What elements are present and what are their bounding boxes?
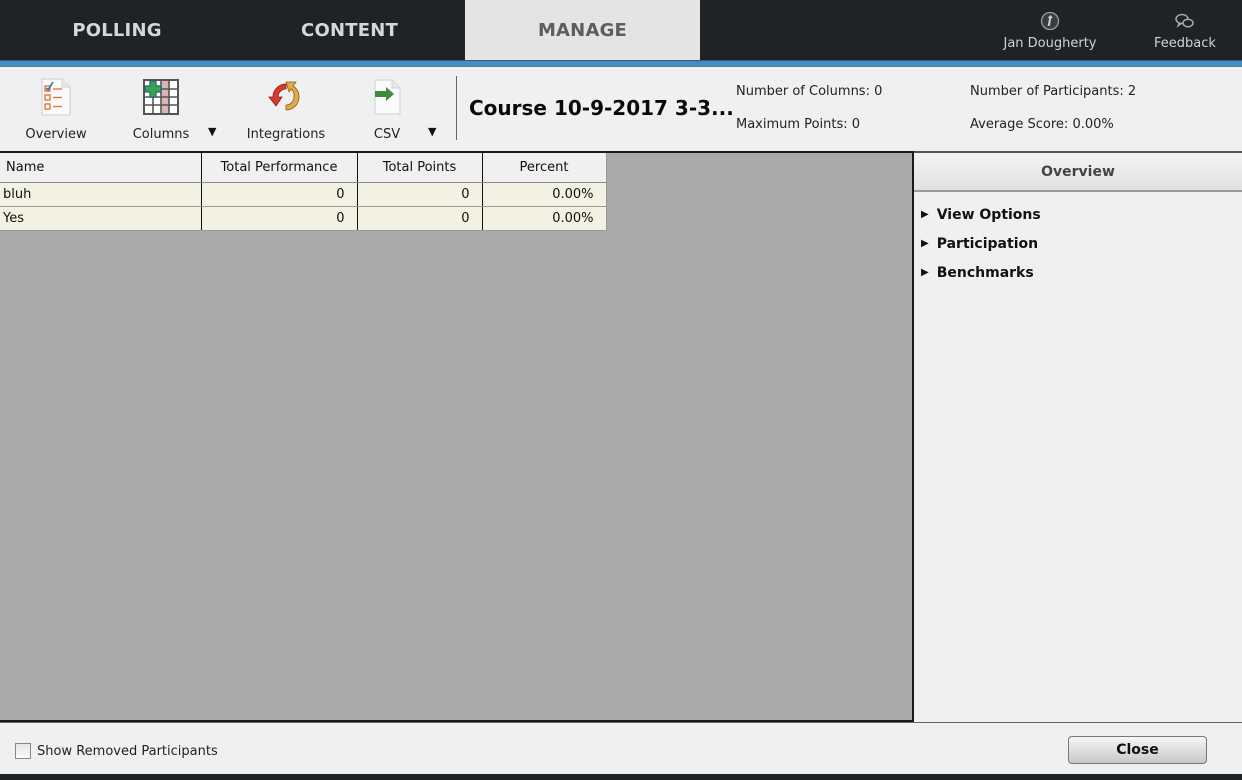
overview-panel: Overview ▶ View Options ▶ Participation … <box>914 151 1242 722</box>
course-title: Course 10-9-2017 3-3... <box>469 96 734 120</box>
tab-manage[interactable]: MANAGE <box>465 0 700 60</box>
participation-section[interactable]: ▶ Participation <box>914 229 1242 258</box>
gradebook-grid: Name Total Performance Total Points Perc… <box>0 151 914 722</box>
footer: Show Removed Participants Close <box>0 722 1242 774</box>
user-info-icon <box>1040 10 1060 32</box>
cell-total-performance: 0 <box>201 182 358 207</box>
feedback-button[interactable]: Feedback <box>1140 0 1230 60</box>
checklist-document-icon <box>34 75 78 119</box>
overview-panel-title: Overview <box>914 153 1242 192</box>
column-header-percent[interactable]: Percent <box>482 153 607 183</box>
table-row[interactable]: bluh 0 0 0.00% <box>0 182 607 207</box>
integrations-button[interactable]: Integrations <box>244 75 328 142</box>
expand-triangle-icon: ▶ <box>921 267 929 278</box>
user-menu-button[interactable]: Jan Dougherty <box>995 0 1105 60</box>
participation-label: Participation <box>936 235 1039 252</box>
expand-triangle-icon: ▶ <box>921 209 929 220</box>
speech-bubbles-icon <box>1174 10 1196 32</box>
view-options-section[interactable]: ▶ View Options <box>914 200 1242 229</box>
maximum-points: Maximum Points: 0 <box>736 117 861 132</box>
feedback-label: Feedback <box>1154 35 1216 51</box>
cell-percent: 0.00% <box>482 182 607 207</box>
cell-name: bluh <box>0 182 202 207</box>
csv-button[interactable]: CSV <box>364 75 410 142</box>
overview-button[interactable]: Overview <box>24 75 88 142</box>
integrations-label: Integrations <box>246 127 326 142</box>
column-header-total-points[interactable]: Total Points <box>357 153 483 183</box>
toolbar: Overview Columns ▼ Integrations CSV ▼ Co… <box>0 67 1242 151</box>
overview-label: Overview <box>25 127 87 142</box>
close-button[interactable]: Close <box>1068 736 1207 764</box>
sync-arrows-icon <box>264 75 308 119</box>
bottom-bar <box>0 774 1242 780</box>
expand-triangle-icon: ▶ <box>921 238 929 249</box>
table-row[interactable]: Yes 0 0 0.00% <box>0 206 607 231</box>
cell-total-points: 0 <box>357 182 483 207</box>
number-of-participants: Number of Participants: 2 <box>970 84 1137 99</box>
cell-percent: 0.00% <box>482 206 607 231</box>
benchmarks-section[interactable]: ▶ Benchmarks <box>914 258 1242 287</box>
user-name: Jan Dougherty <box>1003 35 1097 51</box>
view-options-label: View Options <box>936 206 1041 223</box>
toolbar-divider <box>456 76 457 140</box>
show-removed-participants-label: Show Removed Participants <box>37 743 218 759</box>
csv-label: CSV <box>373 127 401 142</box>
tab-polling[interactable]: POLLING <box>0 0 234 60</box>
export-file-icon <box>365 75 409 119</box>
cell-total-performance: 0 <box>201 206 358 231</box>
table-header-row: Name Total Performance Total Points Perc… <box>0 153 607 183</box>
columns-button[interactable]: Columns <box>130 75 192 142</box>
number-of-columns: Number of Columns: 0 <box>736 84 883 99</box>
columns-label: Columns <box>132 127 190 142</box>
accent-bar <box>0 60 1242 67</box>
cell-total-points: 0 <box>357 206 483 231</box>
add-column-grid-icon <box>139 75 183 119</box>
benchmarks-label: Benchmarks <box>936 264 1034 281</box>
column-header-name[interactable]: Name <box>0 153 202 183</box>
top-nav: POLLING CONTENT MANAGE Jan Dougherty Fee… <box>0 0 1242 60</box>
show-removed-participants-toggle[interactable]: Show Removed Participants <box>15 743 218 759</box>
show-removed-participants-checkbox[interactable] <box>15 743 31 759</box>
tab-content[interactable]: CONTENT <box>234 0 465 60</box>
cell-name: Yes <box>0 206 202 231</box>
columns-dropdown-arrow[interactable]: ▼ <box>208 125 216 138</box>
gradebook-table: Name Total Performance Total Points Perc… <box>0 153 607 231</box>
average-score: Average Score: 0.00% <box>970 117 1114 132</box>
column-header-total-performance[interactable]: Total Performance <box>201 153 358 183</box>
csv-dropdown-arrow[interactable]: ▼ <box>428 125 436 138</box>
